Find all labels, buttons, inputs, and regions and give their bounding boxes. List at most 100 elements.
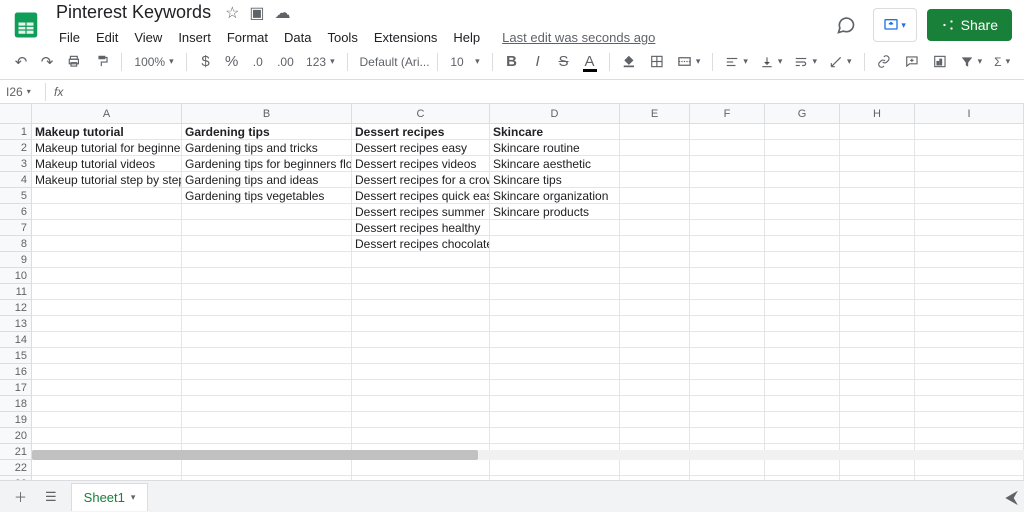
- row-header-9[interactable]: 9: [0, 252, 32, 268]
- cell-F10[interactable]: [690, 268, 765, 284]
- cell-H19[interactable]: [840, 412, 915, 428]
- cell-E20[interactable]: [620, 428, 690, 444]
- text-color-icon[interactable]: A: [579, 50, 601, 74]
- cell-A1[interactable]: Makeup tutorial: [32, 124, 182, 140]
- row-header-1[interactable]: 1: [0, 124, 32, 140]
- cell-F16[interactable]: [690, 364, 765, 380]
- cell-D17[interactable]: [490, 380, 620, 396]
- cell-A5[interactable]: [32, 188, 182, 204]
- cell-C3[interactable]: Dessert recipes videos: [352, 156, 490, 172]
- cell-C10[interactable]: [352, 268, 490, 284]
- cell-C12[interactable]: [352, 300, 490, 316]
- cell-C9[interactable]: [352, 252, 490, 268]
- cell-G11[interactable]: [765, 284, 840, 300]
- cell-D7[interactable]: [490, 220, 620, 236]
- cell-H16[interactable]: [840, 364, 915, 380]
- cell-G7[interactable]: [765, 220, 840, 236]
- cell-B13[interactable]: [182, 316, 352, 332]
- col-header-F[interactable]: F: [690, 104, 765, 124]
- cell-H2[interactable]: [840, 140, 915, 156]
- cell-E9[interactable]: [620, 252, 690, 268]
- cell-G9[interactable]: [765, 252, 840, 268]
- document-title[interactable]: Pinterest Keywords: [52, 1, 215, 24]
- font-size-select[interactable]: 10▾: [446, 53, 483, 71]
- cell-D15[interactable]: [490, 348, 620, 364]
- cell-F7[interactable]: [690, 220, 765, 236]
- cell-B10[interactable]: [182, 268, 352, 284]
- cell-F18[interactable]: [690, 396, 765, 412]
- row-header-11[interactable]: 11: [0, 284, 32, 300]
- col-header-H[interactable]: H: [840, 104, 915, 124]
- cell-I12[interactable]: [915, 300, 1024, 316]
- menu-format[interactable]: Format: [220, 26, 275, 49]
- functions-select[interactable]: Σ▾: [990, 53, 1014, 71]
- cell-A2[interactable]: Makeup tutorial for beginners: [32, 140, 182, 156]
- cell-G3[interactable]: [765, 156, 840, 172]
- cell-E18[interactable]: [620, 396, 690, 412]
- col-header-G[interactable]: G: [765, 104, 840, 124]
- cell-F15[interactable]: [690, 348, 765, 364]
- row-header-16[interactable]: 16: [0, 364, 32, 380]
- col-header-D[interactable]: D: [490, 104, 620, 124]
- cell-F8[interactable]: [690, 236, 765, 252]
- cell-F1[interactable]: [690, 124, 765, 140]
- cell-F5[interactable]: [690, 188, 765, 204]
- chart-icon[interactable]: [928, 50, 952, 74]
- filter-select[interactable]: ▾: [956, 53, 987, 71]
- explore-icon[interactable]: ⮜: [1005, 487, 1018, 508]
- row-header-3[interactable]: 3: [0, 156, 32, 172]
- cell-I5[interactable]: [915, 188, 1024, 204]
- cell-F20[interactable]: [690, 428, 765, 444]
- cell-B7[interactable]: [182, 220, 352, 236]
- cell-B3[interactable]: Gardening tips for beginners flower: [182, 156, 352, 172]
- cell-A18[interactable]: [32, 396, 182, 412]
- link-icon[interactable]: [872, 50, 896, 74]
- cell-I9[interactable]: [915, 252, 1024, 268]
- cell-I7[interactable]: [915, 220, 1024, 236]
- cell-G20[interactable]: [765, 428, 840, 444]
- share-button[interactable]: Share: [927, 9, 1012, 41]
- font-select[interactable]: Default (Ari...▾: [356, 53, 430, 71]
- cell-F6[interactable]: [690, 204, 765, 220]
- cell-E6[interactable]: [620, 204, 690, 220]
- cell-A4[interactable]: Makeup tutorial step by step: [32, 172, 182, 188]
- cell-I14[interactable]: [915, 332, 1024, 348]
- cell-D13[interactable]: [490, 316, 620, 332]
- cell-E11[interactable]: [620, 284, 690, 300]
- cell-B17[interactable]: [182, 380, 352, 396]
- cell-H18[interactable]: [840, 396, 915, 412]
- cell-I2[interactable]: [915, 140, 1024, 156]
- cell-H17[interactable]: [840, 380, 915, 396]
- cell-B18[interactable]: [182, 396, 352, 412]
- cell-A22[interactable]: [32, 460, 182, 476]
- decrease-decimal-icon[interactable]: .0: [247, 50, 269, 74]
- strike-icon[interactable]: S: [553, 50, 575, 74]
- increase-decimal-icon[interactable]: .00: [273, 50, 298, 74]
- cell-A15[interactable]: [32, 348, 182, 364]
- cell-I20[interactable]: [915, 428, 1024, 444]
- cell-C20[interactable]: [352, 428, 490, 444]
- cell-I3[interactable]: [915, 156, 1024, 172]
- cell-F13[interactable]: [690, 316, 765, 332]
- cell-E12[interactable]: [620, 300, 690, 316]
- cell-D3[interactable]: Skincare aesthetic: [490, 156, 620, 172]
- cell-B20[interactable]: [182, 428, 352, 444]
- cell-C1[interactable]: Dessert recipes: [352, 124, 490, 140]
- row-header-14[interactable]: 14: [0, 332, 32, 348]
- cell-H6[interactable]: [840, 204, 915, 220]
- row-header-15[interactable]: 15: [0, 348, 32, 364]
- row-header-6[interactable]: 6: [0, 204, 32, 220]
- cell-D4[interactable]: Skincare tips: [490, 172, 620, 188]
- cell-H20[interactable]: [840, 428, 915, 444]
- cell-H3[interactable]: [840, 156, 915, 172]
- row-header-13[interactable]: 13: [0, 316, 32, 332]
- cell-B15[interactable]: [182, 348, 352, 364]
- cell-F17[interactable]: [690, 380, 765, 396]
- cell-H8[interactable]: [840, 236, 915, 252]
- cell-H4[interactable]: [840, 172, 915, 188]
- add-sheet-icon[interactable]: ＋: [10, 483, 31, 510]
- cell-D11[interactable]: [490, 284, 620, 300]
- cell-G15[interactable]: [765, 348, 840, 364]
- cell-B11[interactable]: [182, 284, 352, 300]
- row-header-18[interactable]: 18: [0, 396, 32, 412]
